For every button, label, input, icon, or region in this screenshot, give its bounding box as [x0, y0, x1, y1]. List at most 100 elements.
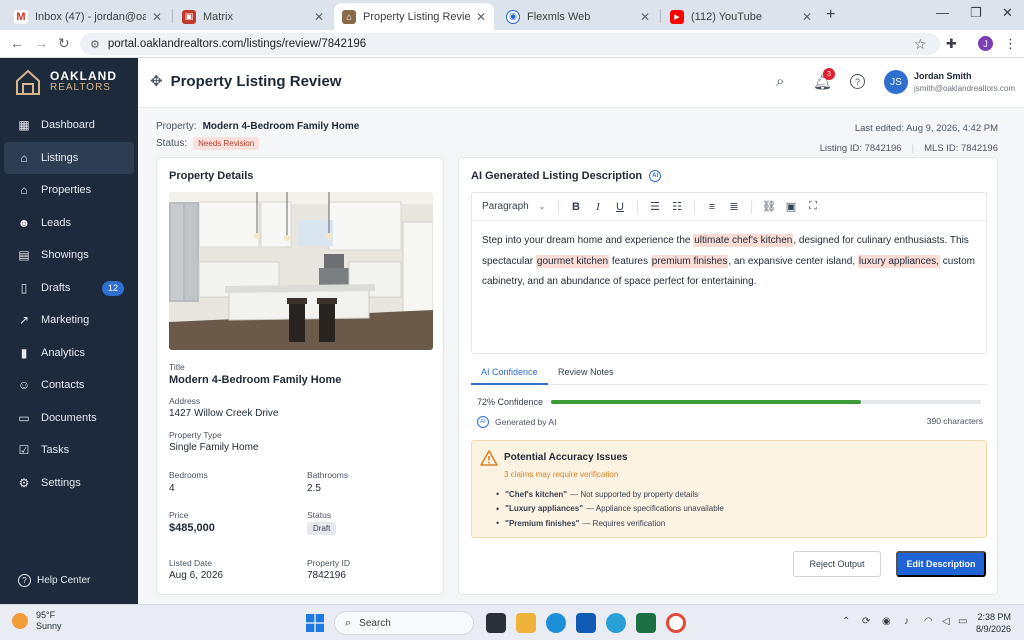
- property-details-heading: Property Details: [169, 170, 254, 182]
- listing-meta: Property: Modern 4-Bedroom Family Home S…: [156, 121, 360, 150]
- detail-address: 1427 Willow Creek Drive: [169, 408, 279, 419]
- description-editor[interactable]: Paragraph ⌄ B I U ☰ ☷ ≡ ≣ ⛓ ▣ ⛶ Step int…: [471, 192, 987, 354]
- browser-tab-strip: M Inbox (47) - jordan@oaklandre ✕ ▣ Matr…: [0, 0, 1024, 30]
- flagged-claim-highlight: premium finishes: [650, 254, 729, 268]
- battery-icon[interactable]: ▭: [958, 616, 967, 627]
- bold-icon[interactable]: B: [565, 201, 587, 213]
- paragraph-style-select[interactable]: Paragraph ⌄: [482, 201, 552, 212]
- chrome-icon[interactable]: [666, 613, 686, 633]
- detail-bathrooms: 2.5: [307, 483, 321, 494]
- browser-tab-flexmls[interactable]: ◉ Flexmls Web ✕: [498, 3, 658, 30]
- app-icon[interactable]: [606, 613, 626, 633]
- minimize-icon[interactable]: —: [936, 5, 949, 20]
- restore-icon[interactable]: ❐: [970, 5, 982, 21]
- file-explorer-icon[interactable]: [516, 613, 536, 633]
- tray-volume-icon[interactable]: ♪: [904, 616, 909, 627]
- new-tab-icon[interactable]: +: [826, 6, 835, 24]
- edit-description-button[interactable]: Edit Description: [896, 551, 986, 577]
- flagged-claim-highlight: gourmet kitchen: [535, 254, 610, 268]
- italic-icon[interactable]: I: [587, 201, 609, 213]
- sidebar-item-properties[interactable]: ⌂ Properties: [4, 174, 134, 207]
- close-tab-icon[interactable]: ✕: [802, 10, 812, 24]
- site-info-icon[interactable]: ⚙: [90, 38, 100, 51]
- image-icon[interactable]: ▣: [780, 200, 802, 213]
- oakland-realtors-logo[interactable]: OAKLAND REALTORS: [14, 68, 117, 96]
- sidebar-nav: ▦ Dashboard ⌂ Listings ⌂ Properties ☻ Leads ▤ Sho…: [4, 109, 134, 499]
- sidebar-item-documents[interactable]: ▭ Documents: [4, 402, 134, 435]
- back-icon[interactable]: ←: [10, 35, 24, 51]
- browser-tab-matrix[interactable]: ▣ Matrix ✕: [174, 3, 332, 30]
- browser-menu-icon[interactable]: ⋮: [1004, 36, 1017, 52]
- browser-tab-gmail[interactable]: M Inbox (47) - jordan@oaklandre ✕: [6, 3, 170, 30]
- sidebar-item-settings[interactable]: ⚙ Settings: [4, 467, 134, 500]
- weather-widget[interactable]: 95°F Sunny: [12, 610, 62, 632]
- bullet-list-icon[interactable]: ☰: [644, 200, 666, 213]
- tab-review-notes[interactable]: Review Notes: [558, 367, 614, 377]
- close-tab-icon[interactable]: ✕: [476, 10, 486, 24]
- user-avatar[interactable]: JS: [884, 70, 908, 94]
- brand-line1: OAKLAND: [50, 69, 117, 83]
- close-window-icon[interactable]: ✕: [1002, 5, 1013, 21]
- tray-chevron-icon[interactable]: ⌃: [842, 616, 850, 627]
- extensions-icon[interactable]: ✚: [946, 36, 957, 52]
- reload-icon[interactable]: ↻: [58, 35, 70, 52]
- sidebar-item-dashboard[interactable]: ▦ Dashboard: [4, 109, 134, 142]
- warning-list: "Chef's kitchen"— Not supported by prope…: [496, 487, 724, 531]
- detail-property-id: 7842196: [307, 570, 346, 581]
- close-tab-icon[interactable]: ✕: [640, 10, 650, 24]
- excel-icon[interactable]: [636, 613, 656, 633]
- fullscreen-icon[interactable]: ⛶: [802, 200, 824, 213]
- sidebar-item-listings[interactable]: ⌂ Listings: [4, 141, 134, 174]
- youtube-icon: ▶: [670, 9, 684, 24]
- sidebar-item-drafts[interactable]: ▯ Drafts 12: [4, 272, 134, 305]
- help-icon: ?: [18, 574, 31, 587]
- search-icon[interactable]: ⌕: [776, 73, 784, 90]
- chevron-down-icon: ⌄: [538, 202, 546, 211]
- numbered-list-icon[interactable]: ☷: [666, 200, 688, 213]
- wifi-icon[interactable]: ◠: [924, 616, 933, 627]
- underline-icon[interactable]: U: [609, 201, 631, 213]
- oakland-favicon-icon: ⌂: [342, 9, 356, 24]
- listing-ids: Last edited: Aug 9, 2026, 4:42 PM Listin…: [819, 122, 998, 154]
- sidebar-item-showings[interactable]: ▤ Showings: [4, 239, 134, 272]
- tray-sync-icon[interactable]: ⟳: [862, 616, 870, 627]
- speaker-icon[interactable]: ◁: [942, 616, 950, 627]
- align-right-icon[interactable]: ≣: [723, 200, 745, 213]
- taskbar-search[interactable]: ⌕ Search: [334, 611, 474, 635]
- sidebar-item-marketing[interactable]: ↗ Marketing: [4, 304, 134, 337]
- help-center-link[interactable]: ? Help Center: [18, 574, 90, 587]
- tray-app-icon[interactable]: ◉: [882, 616, 891, 627]
- help-circle-icon[interactable]: ?: [850, 74, 865, 89]
- reject-output-button[interactable]: Reject Output: [793, 551, 881, 577]
- tab-ai-confidence[interactable]: AI Confidence: [481, 367, 538, 377]
- system-clock[interactable]: 2:38 PM 8/9/2026: [976, 611, 1011, 635]
- sidebar-item-leads[interactable]: ☻ Leads: [4, 207, 134, 240]
- windows-start-icon[interactable]: [306, 614, 324, 632]
- move-icon[interactable]: ✥: [150, 72, 163, 90]
- sidebar-item-analytics[interactable]: ▮ Analytics: [4, 337, 134, 370]
- last-edited: Last edited: Aug 9, 2026, 4:42 PM: [854, 122, 998, 134]
- browser-tab-youtube[interactable]: ▶ (112) YouTube ✕: [662, 3, 820, 30]
- house-logo-icon: [16, 69, 40, 95]
- profile-avatar[interactable]: J: [978, 36, 993, 51]
- browser-tab-listing-review[interactable]: ⌂ Property Listing Review - 1427 ✕: [334, 3, 494, 30]
- house-icon: ⌂: [20, 183, 28, 198]
- link-icon[interactable]: ⛓: [758, 200, 780, 213]
- store-icon[interactable]: [576, 613, 596, 633]
- description-segment: features: [609, 255, 651, 267]
- forward-icon[interactable]: →: [34, 35, 48, 51]
- confidence-label: 72% Confidence: [477, 397, 544, 407]
- close-tab-icon[interactable]: ✕: [152, 10, 162, 24]
- close-tab-icon[interactable]: ✕: [314, 10, 324, 24]
- url-input[interactable]: ⚙ portal.oaklandrealtors.com/listings/re…: [80, 33, 940, 55]
- mls-id: MLS ID: 7842196: [924, 142, 998, 154]
- task-view-icon[interactable]: [486, 613, 506, 633]
- description-text[interactable]: Step into your dream home and experience…: [472, 221, 986, 303]
- edge-icon[interactable]: [546, 613, 566, 633]
- bookmark-star-icon[interactable]: ☆: [914, 36, 927, 53]
- sidebar-item-contacts[interactable]: ☺ Contacts: [4, 369, 134, 402]
- warning-icon: [480, 450, 498, 466]
- align-left-icon[interactable]: ≡: [701, 201, 723, 213]
- sidebar-item-tasks[interactable]: ☑ Tasks: [4, 434, 134, 467]
- drafts-count-badge: 12: [102, 280, 124, 296]
